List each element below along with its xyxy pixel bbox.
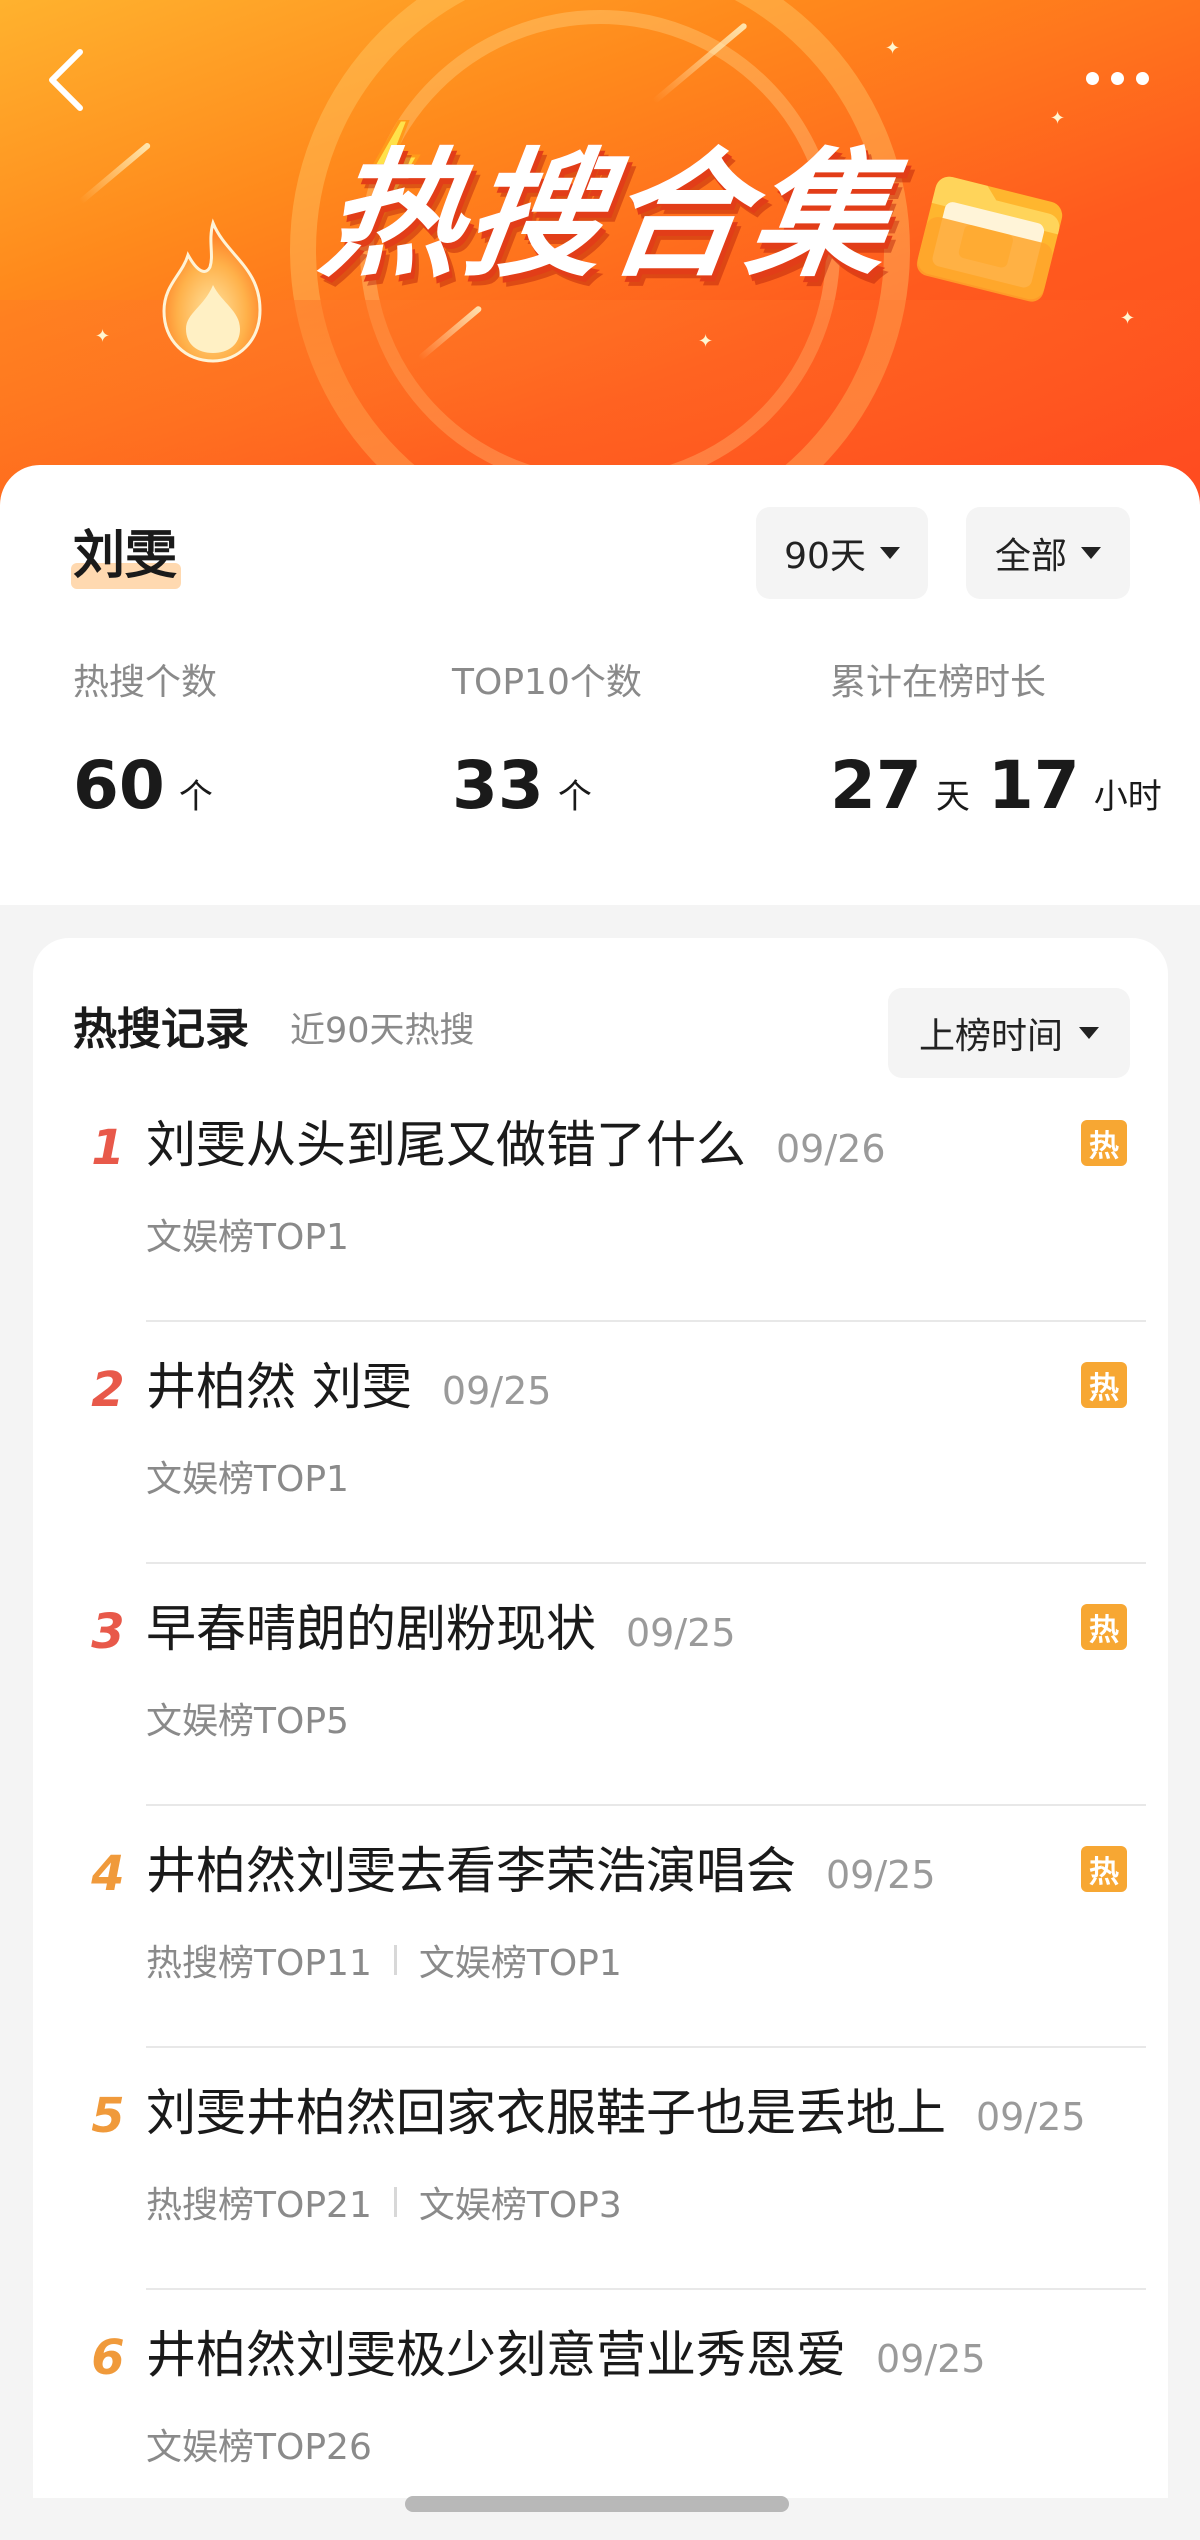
days-filter-dropdown[interactable]: 90天 — [756, 507, 928, 599]
rank-number: 5 — [91, 2088, 125, 2144]
rank-tag: 文娱榜TOP26 — [146, 2427, 372, 2468]
stat-unit: 个 — [557, 777, 592, 817]
rank-number: 3 — [91, 1604, 125, 1660]
stat-hot-count: 热搜个数 60 个 — [73, 665, 231, 819]
sparkle-icon: ✦ — [885, 38, 901, 59]
rank-tag: 文娱榜TOP1 — [418, 1943, 622, 1984]
header-banner: ✦ ✦ ✦ ✦ ✦ 热搜合集 — [0, 0, 1200, 520]
rank-number: 2 — [91, 1362, 125, 1418]
rank-tag: 文娱榜TOP1 — [146, 1459, 349, 1500]
records-title: 热搜记录 — [73, 1004, 249, 1055]
hot-search-records-card: 热搜记录 近90天热搜 上榜时间 1 刘雯从头到尾又做错了什么 09/26 文娱榜TO… — [33, 938, 1168, 2498]
stat-value: 60 — [73, 747, 165, 824]
banner-title-text: 热搜合集 — [312, 135, 904, 296]
caret-down-icon — [1081, 547, 1101, 559]
folder-icon — [916, 176, 1063, 302]
stat-value-days: 27 — [830, 747, 922, 824]
stat-label: 热搜个数 — [73, 662, 218, 703]
summary-card: 刘雯 90天 全部 热搜个数 60 个 TOP10个数 33 个 累计在榜时长 … — [0, 465, 1200, 905]
topic-title: 井柏然 刘雯 — [146, 1358, 412, 1416]
hot-search-row[interactable]: 5 刘雯井柏然回家衣服鞋子也是丢地上 09/25 热搜榜TOP21 文娱榜TOP3 — [33, 2048, 1168, 2290]
more-horizontal-icon — [1110, 71, 1124, 85]
stat-label: 累计在榜时长 — [830, 662, 1047, 703]
topic-title: 刘雯井柏然回家衣服鞋子也是丢地上 — [146, 2084, 946, 2142]
hot-search-row[interactable]: 2 井柏然 刘雯 09/25 文娱榜TOP1 热 — [33, 1322, 1168, 1564]
topic-title: 刘雯从头到尾又做错了什么 — [146, 1116, 746, 1174]
rank-number: 1 — [91, 1120, 125, 1176]
topic-title: 井柏然刘雯极少刻意营业秀恩爱 — [146, 2326, 846, 2384]
topic-title: 早春晴朗的剧粉现状 — [146, 1600, 596, 1658]
topic-date: 09/25 — [826, 1853, 936, 1897]
rank-tag: 热搜榜TOP11 — [146, 1943, 372, 1984]
stat-value-hours: 17 — [987, 747, 1080, 824]
sort-dropdown[interactable]: 上榜时间 — [888, 988, 1130, 1078]
sparkle-icon: ✦ — [1120, 308, 1136, 329]
sparkle-icon: ✦ — [698, 331, 714, 352]
scope-filter-label: 全部 — [994, 536, 1067, 577]
banner-title: 热搜合集 — [270, 118, 950, 296]
rank-tag: 热搜榜TOP21 — [146, 2185, 372, 2226]
stat-value: 33 — [452, 747, 544, 824]
hot-search-row[interactable]: 3 早春晴朗的剧粉现状 09/25 文娱榜TOP5 热 — [33, 1564, 1168, 1806]
hot-badge: 热 — [1081, 1120, 1127, 1166]
topic-date: 09/25 — [976, 2095, 1086, 2139]
records-subtitle: 近90天热搜 — [290, 1011, 475, 1051]
stat-top10-count: TOP10个数 33 个 — [452, 665, 642, 819]
tag-separator — [393, 2187, 397, 2217]
rank-tag: 文娱榜TOP3 — [418, 2185, 622, 2226]
stat-total-duration: 累计在榜时长 27 天 17 小时 — [830, 665, 1162, 819]
caret-down-icon — [1079, 1027, 1099, 1039]
tag-separator — [393, 1945, 397, 1975]
topic-title: 井柏然刘雯去看李荣浩演唱会 — [146, 1842, 796, 1900]
sort-label: 上榜时间 — [918, 1016, 1063, 1057]
hot-search-row[interactable]: 1 刘雯从头到尾又做错了什么 09/26 文娱榜TOP1 热 — [33, 1080, 1168, 1322]
rank-number: 6 — [91, 2330, 125, 2386]
stat-unit-hours: 小时 — [1093, 777, 1162, 817]
flame-icon — [162, 218, 262, 363]
person-name: 刘雯 — [73, 526, 178, 586]
topic-date: 09/25 — [876, 2337, 986, 2381]
days-filter-label: 90天 — [784, 536, 866, 577]
more-button[interactable] — [1062, 56, 1172, 100]
rank-tag: 文娱榜TOP1 — [146, 1217, 349, 1258]
banner-streak — [78, 141, 152, 205]
more-horizontal-icon — [1085, 71, 1099, 85]
chevron-left-icon — [49, 49, 83, 111]
caret-down-icon — [879, 547, 900, 559]
rank-number: 4 — [91, 1846, 125, 1902]
hot-badge: 热 — [1081, 1846, 1127, 1892]
rank-tag: 文娱榜TOP5 — [146, 1701, 349, 1742]
more-horizontal-icon — [1135, 71, 1149, 85]
stat-unit: 个 — [178, 777, 213, 817]
hot-search-row[interactable]: 4 井柏然刘雯去看李荣浩演唱会 09/25 热搜榜TOP11 文娱榜TOP1 热 — [33, 1806, 1168, 2048]
hot-badge: 热 — [1081, 1604, 1127, 1650]
sparkle-icon: ✦ — [95, 326, 111, 347]
stat-label: TOP10个数 — [452, 662, 642, 703]
topic-date: 09/25 — [626, 1611, 736, 1655]
stat-unit-days: 天 — [935, 777, 970, 817]
hot-badge: 热 — [1081, 1362, 1127, 1408]
home-indicator[interactable] — [405, 2496, 789, 2512]
topic-date: 09/25 — [441, 1369, 552, 1413]
topic-date: 09/26 — [776, 1127, 886, 1171]
scope-filter-dropdown[interactable]: 全部 — [966, 507, 1130, 599]
back-button[interactable] — [34, 44, 98, 116]
hot-search-row[interactable]: 6 井柏然刘雯极少刻意营业秀恩爱 09/25 文娱榜TOP26 — [33, 2290, 1168, 2498]
sparkle-icon: ✦ — [1050, 108, 1066, 129]
